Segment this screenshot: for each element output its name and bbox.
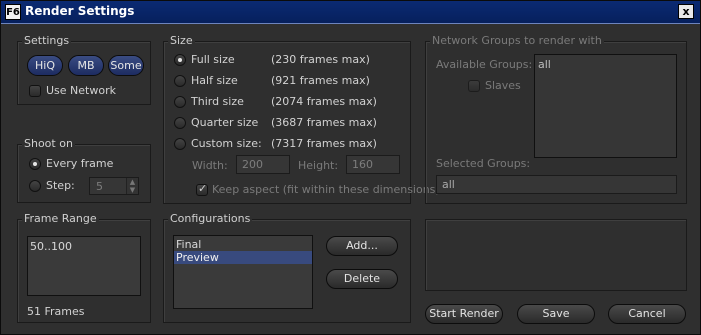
frame-range-value: 50..100 xyxy=(30,240,72,253)
custom-size-radio[interactable] xyxy=(174,138,186,150)
quarter-size-label: Quarter size xyxy=(191,116,259,129)
height-label: Height: xyxy=(298,159,339,172)
custom-size-max: (7317 frames max) xyxy=(271,137,377,150)
step-input[interactable]: 5 ▲ ▼ xyxy=(89,177,139,195)
delete-button[interactable]: Delete xyxy=(326,269,398,289)
some-button[interactable]: Some xyxy=(108,55,144,76)
selected-groups-input[interactable]: all xyxy=(436,175,677,194)
height-input[interactable]: 160 xyxy=(346,155,400,174)
step-value: 5 xyxy=(96,180,103,193)
full-size-max: (230 frames max) xyxy=(271,53,370,66)
start-render-button[interactable]: Start Render xyxy=(425,304,503,324)
selected-groups-label: Selected Groups: xyxy=(436,157,531,170)
configurations-group: Configurations Final Preview Add... Dele… xyxy=(163,212,411,323)
render-settings-window: F6 Render Settings x Settings HiQ MB Som… xyxy=(0,0,701,335)
config-item-final[interactable]: Final xyxy=(174,238,312,251)
slaves-label: Slaves xyxy=(485,79,521,92)
configurations-label: Configurations xyxy=(168,212,253,225)
keep-aspect-checkbox[interactable] xyxy=(196,182,208,196)
full-size-label: Full size xyxy=(191,53,235,66)
size-label: Size xyxy=(168,34,195,47)
quarter-size-max: (3687 frames max) xyxy=(271,116,377,129)
size-group: Size Full size (230 frames max) Half siz… xyxy=(163,34,440,204)
shoot-on-group: Shoot on Every frame Step: 5 ▲ ▼ xyxy=(17,137,151,203)
available-groups-list[interactable]: all xyxy=(534,54,677,158)
mb-button[interactable]: MB xyxy=(68,55,104,76)
network-groups-label: Network Groups to render with xyxy=(430,34,604,47)
network-groups-group: Network Groups to render with Available … xyxy=(425,34,687,204)
add-button[interactable]: Add... xyxy=(326,236,398,256)
config-item-preview[interactable]: Preview xyxy=(174,251,312,264)
keep-aspect-label: Keep aspect (fit within these dimensions… xyxy=(212,183,440,196)
custom-size-label: Custom size: xyxy=(191,137,262,150)
width-input[interactable]: 200 xyxy=(236,155,290,174)
step-label: Step: xyxy=(46,179,75,192)
settings-label: Settings xyxy=(22,34,72,47)
every-frame-label: Every frame xyxy=(46,157,114,170)
third-size-radio[interactable] xyxy=(174,96,186,108)
spin-up-icon[interactable]: ▲ xyxy=(127,178,138,186)
full-size-radio[interactable] xyxy=(174,54,186,66)
width-label: Width: xyxy=(192,159,228,172)
step-spinner[interactable]: ▲ ▼ xyxy=(126,178,138,194)
app-icon: F6 xyxy=(5,4,21,20)
configurations-list[interactable]: Final Preview xyxy=(173,235,313,309)
settings-group: Settings HiQ MB Some Use Network xyxy=(17,34,151,105)
every-frame-radio[interactable] xyxy=(29,158,41,170)
close-button[interactable]: x xyxy=(678,4,694,19)
available-group-all[interactable]: all xyxy=(535,55,676,74)
slaves-checkbox[interactable] xyxy=(468,80,480,92)
half-size-label: Half size xyxy=(191,74,238,87)
frame-range-label: Frame Range xyxy=(22,212,99,225)
save-button[interactable]: Save xyxy=(517,304,595,324)
step-radio[interactable] xyxy=(29,180,41,192)
title-bar[interactable]: F6 Render Settings x xyxy=(1,1,700,24)
half-size-radio[interactable] xyxy=(174,75,186,87)
use-network-label: Use Network xyxy=(46,84,116,97)
third-size-label: Third size xyxy=(191,95,244,108)
shoot-on-label: Shoot on xyxy=(22,137,75,150)
window-title: Render Settings xyxy=(25,4,135,18)
half-size-max: (921 frames max) xyxy=(271,74,370,87)
spin-down-icon[interactable]: ▼ xyxy=(127,186,138,194)
third-size-max: (2074 frames max) xyxy=(271,95,377,108)
hiq-button[interactable]: HiQ xyxy=(27,55,63,76)
frame-range-input[interactable]: 50..100 xyxy=(27,236,141,296)
cancel-button[interactable]: Cancel xyxy=(608,304,686,324)
use-network-checkbox[interactable] xyxy=(29,85,41,97)
status-panel xyxy=(425,219,687,291)
frame-range-group: Frame Range 50..100 51 Frames xyxy=(17,212,151,323)
available-groups-label: Available Groups: xyxy=(436,58,533,71)
frame-count: 51 Frames xyxy=(27,305,85,318)
quarter-size-radio[interactable] xyxy=(174,117,186,129)
